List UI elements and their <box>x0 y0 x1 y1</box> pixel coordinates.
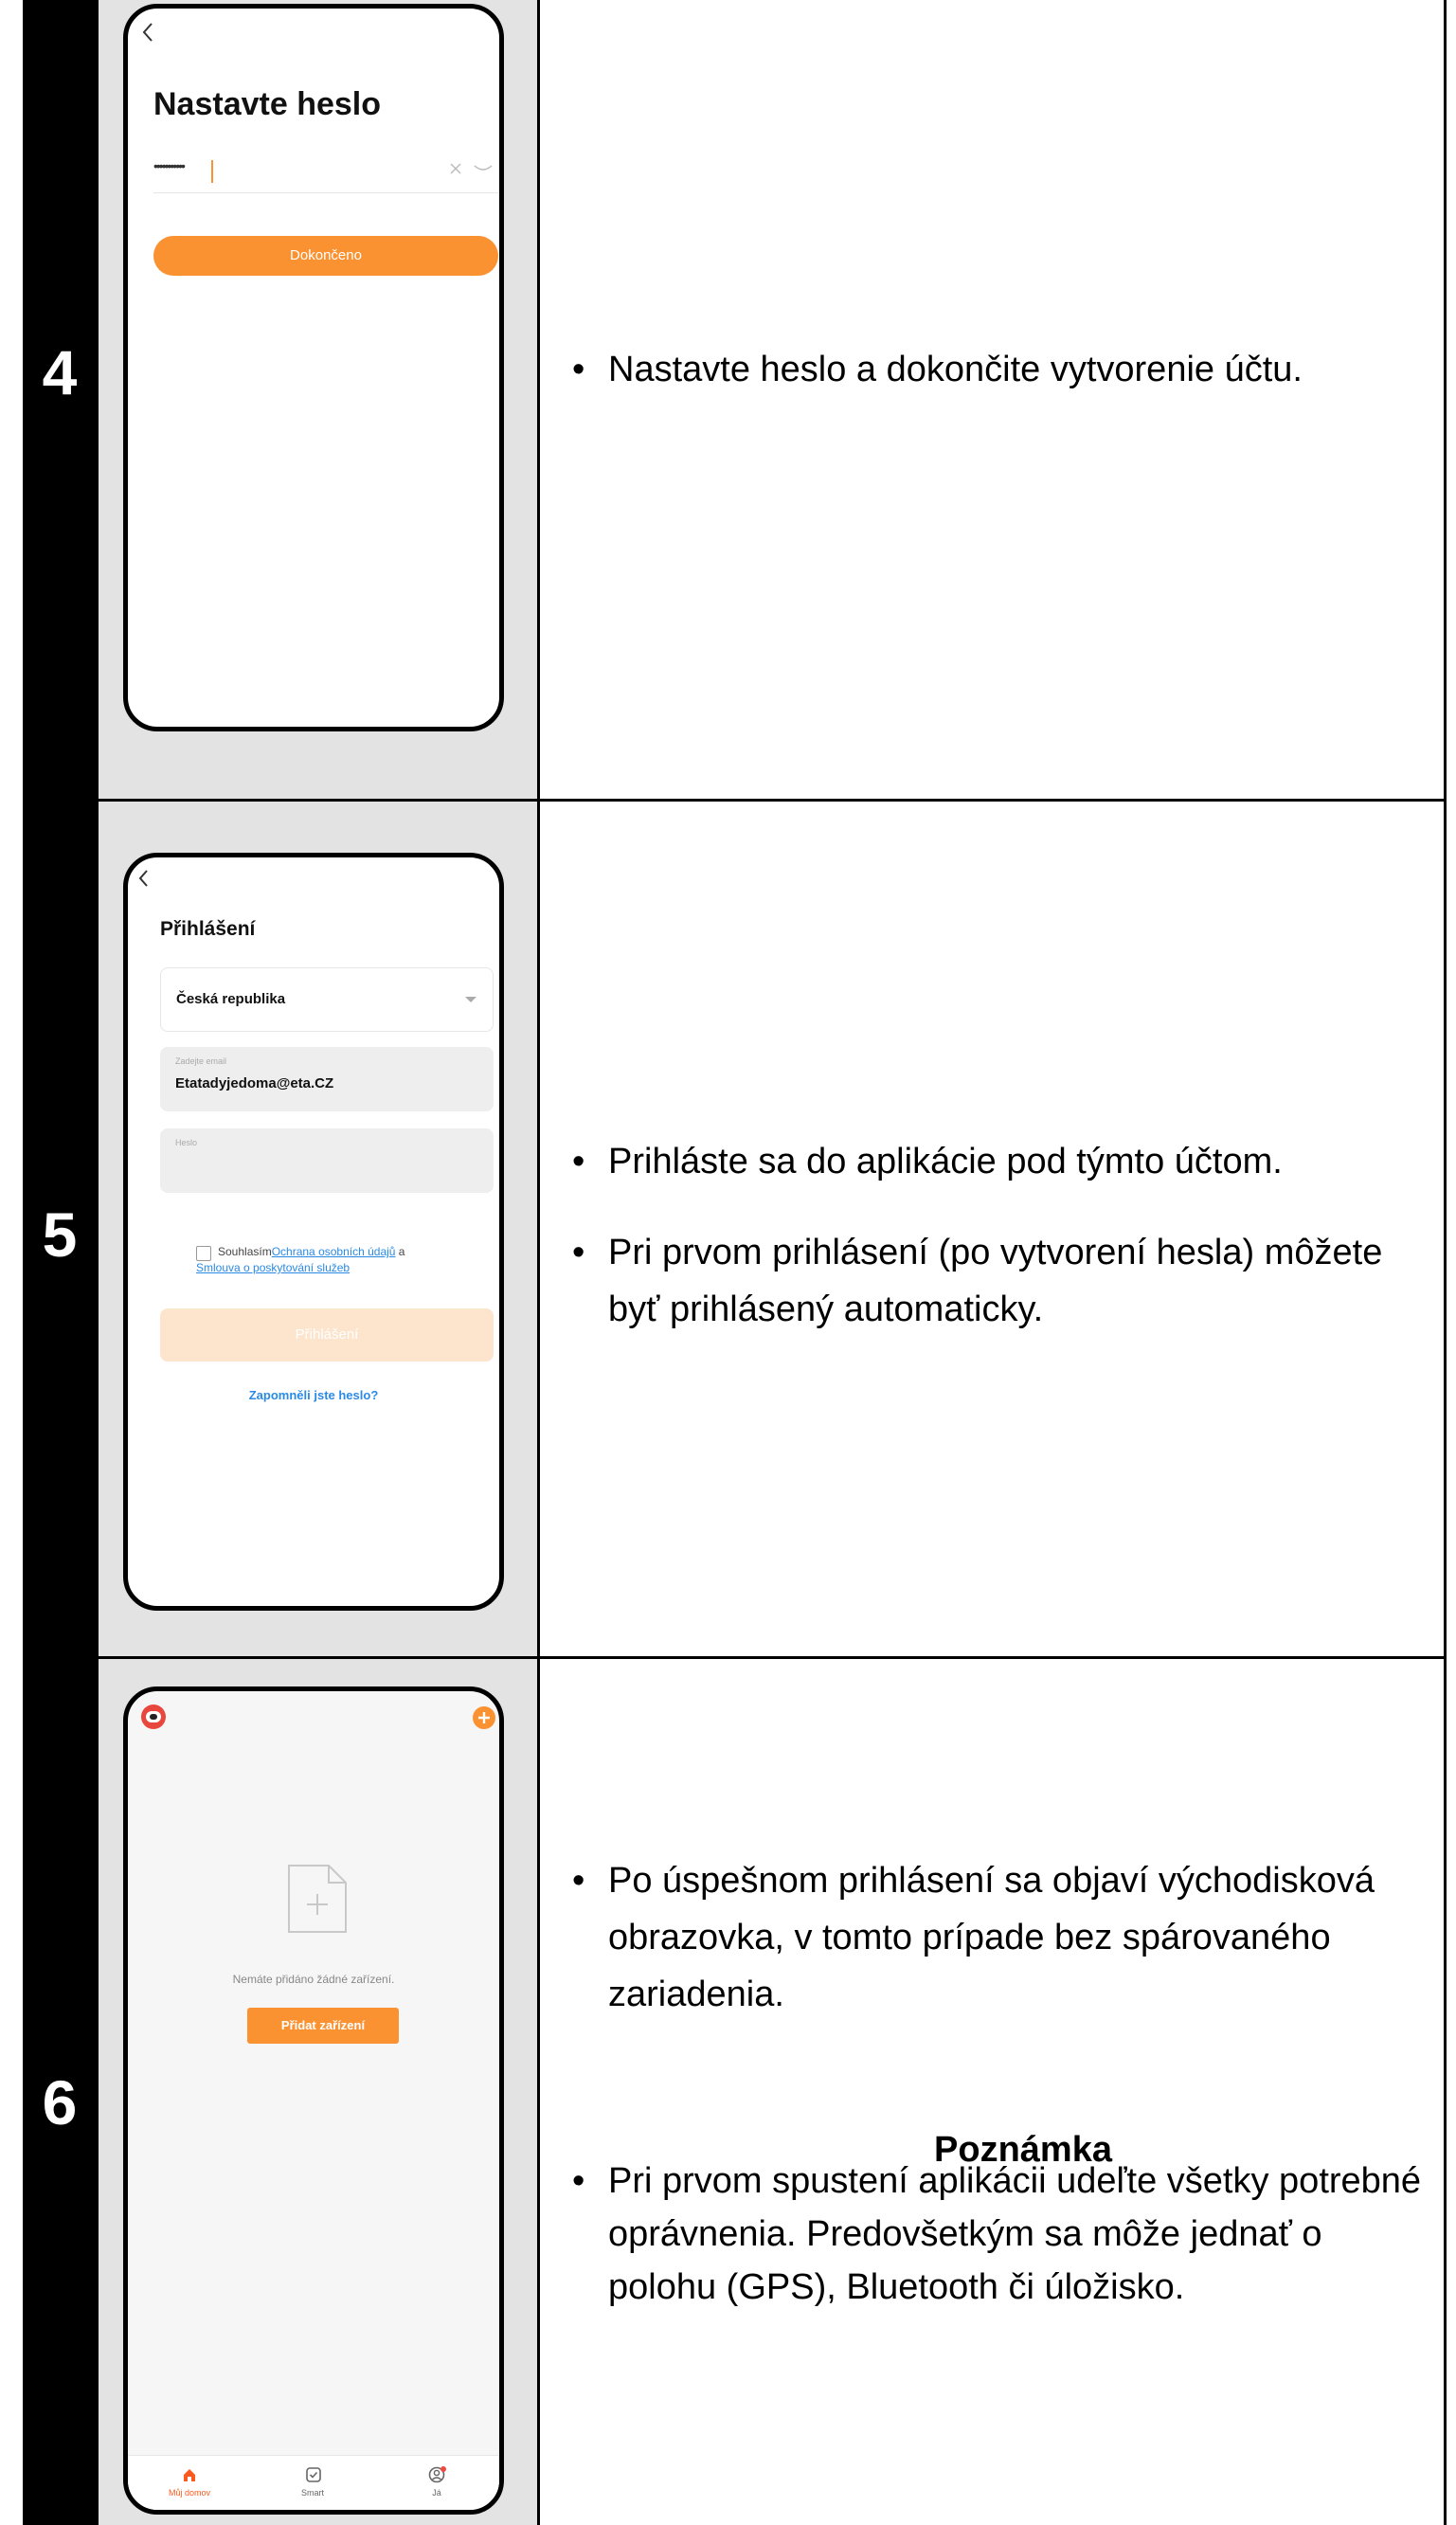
bullet-marker: • <box>572 350 585 389</box>
agree-text: SouhlasímOchrana osobních údajů a <box>218 1245 404 1258</box>
row-divider <box>23 1656 1447 1659</box>
profile-icon <box>428 2466 447 2483</box>
step-number-4: 4 <box>42 337 78 407</box>
bullet-text: Prihláste sa do aplikácie pod týmto účto… <box>608 1142 1283 1181</box>
row-divider <box>23 799 1447 802</box>
terms-link[interactable]: Smlouva o poskytování služeb <box>196 1261 350 1274</box>
column-divider <box>537 0 540 2525</box>
agree-prefix: Souhlasím <box>218 1245 272 1258</box>
tab-smart[interactable]: Smart <box>251 2456 374 2510</box>
hide-password-icon[interactable] <box>474 164 493 173</box>
email-value: Etatadyjedoma@eta.CZ <box>175 1075 334 1091</box>
text-cursor <box>211 160 213 183</box>
bullet-text: Po úspešnom prihlásení sa objaví východi… <box>608 1861 1375 2014</box>
home-icon <box>182 2467 197 2482</box>
chevron-down-icon <box>464 996 477 1003</box>
bullet-marker: • <box>572 2161 585 2201</box>
back-icon[interactable] <box>141 22 154 43</box>
password-field[interactable]: Heslo <box>160 1128 494 1193</box>
agree-checkbox[interactable] <box>196 1246 211 1261</box>
country-value: Česká republika <box>176 991 286 1007</box>
smart-icon <box>305 2466 322 2483</box>
phone-screenshot-home: Nemáte přidáno žádné zařízení. Přidat za… <box>123 1686 504 2515</box>
tab-my-home[interactable]: Můj domov <box>128 2456 251 2510</box>
bullet-text: Nastavte heslo a dokončite vytvorenie úč… <box>608 350 1303 389</box>
password-label: Heslo <box>175 1138 198 1147</box>
bullet-marker: • <box>572 1861 585 1901</box>
back-icon[interactable] <box>137 869 149 888</box>
page-title: Nastavte heslo <box>153 86 381 122</box>
add-device-button[interactable]: Přidat zařízení <box>247 2008 399 2044</box>
phone-screenshot-login: Přihlášení Česká republika Zadejte email… <box>123 853 504 1611</box>
empty-state-text: Nemáte přidáno žádné zařízení. <box>232 1973 395 1986</box>
bullet-text: Pri prvom prihlásení (po vytvorení hesla… <box>608 1233 1383 1329</box>
add-icon[interactable] <box>473 1706 495 1729</box>
phone-screenshot-set-password: Nastavte heslo ••••••••••• Dokončeno <box>123 4 504 731</box>
table-right-border <box>1444 0 1447 2525</box>
password-field[interactable]: ••••••••••• <box>153 158 499 193</box>
forgot-password-link[interactable]: Zapomněli jste heslo? <box>128 1388 499 1402</box>
password-value: ••••••••••• <box>153 158 186 173</box>
login-button[interactable]: Přihlášení <box>160 1308 494 1362</box>
tab-label: Můj domov <box>168 2488 210 2498</box>
email-label: Zadejte email <box>175 1056 227 1066</box>
tab-me[interactable]: Já <box>374 2456 499 2510</box>
clear-icon[interactable] <box>449 162 462 175</box>
tab-label: Smart <box>300 2488 324 2498</box>
step-number-6: 6 <box>42 2067 78 2137</box>
avatar-icon[interactable] <box>141 1704 166 1729</box>
bottom-tab-bar: Můj domov Smart Já <box>128 2455 499 2510</box>
bullet-marker: • <box>572 1233 585 1272</box>
bullet-text: Pri prvom spustení aplikácii udeľte všet… <box>608 2161 1422 2307</box>
page-title: Přihlášení <box>160 918 256 940</box>
country-select[interactable]: Česká republika <box>160 967 494 1032</box>
bullet-marker: • <box>572 1142 585 1181</box>
finish-button[interactable]: Dokončeno <box>153 236 498 276</box>
agree-and: a <box>395 1245 405 1258</box>
tab-label: Já <box>432 2488 441 2498</box>
email-field[interactable]: Zadejte email Etatadyjedoma@eta.CZ <box>160 1047 494 1111</box>
instruction-page: 4 5 6 Nastavte heslo ••••••••••• Dokonče… <box>0 0 1456 2525</box>
empty-document-icon <box>285 1862 350 1936</box>
step-number-5: 5 <box>42 1199 78 1270</box>
privacy-link[interactable]: Ochrana osobních údajů <box>272 1245 396 1258</box>
